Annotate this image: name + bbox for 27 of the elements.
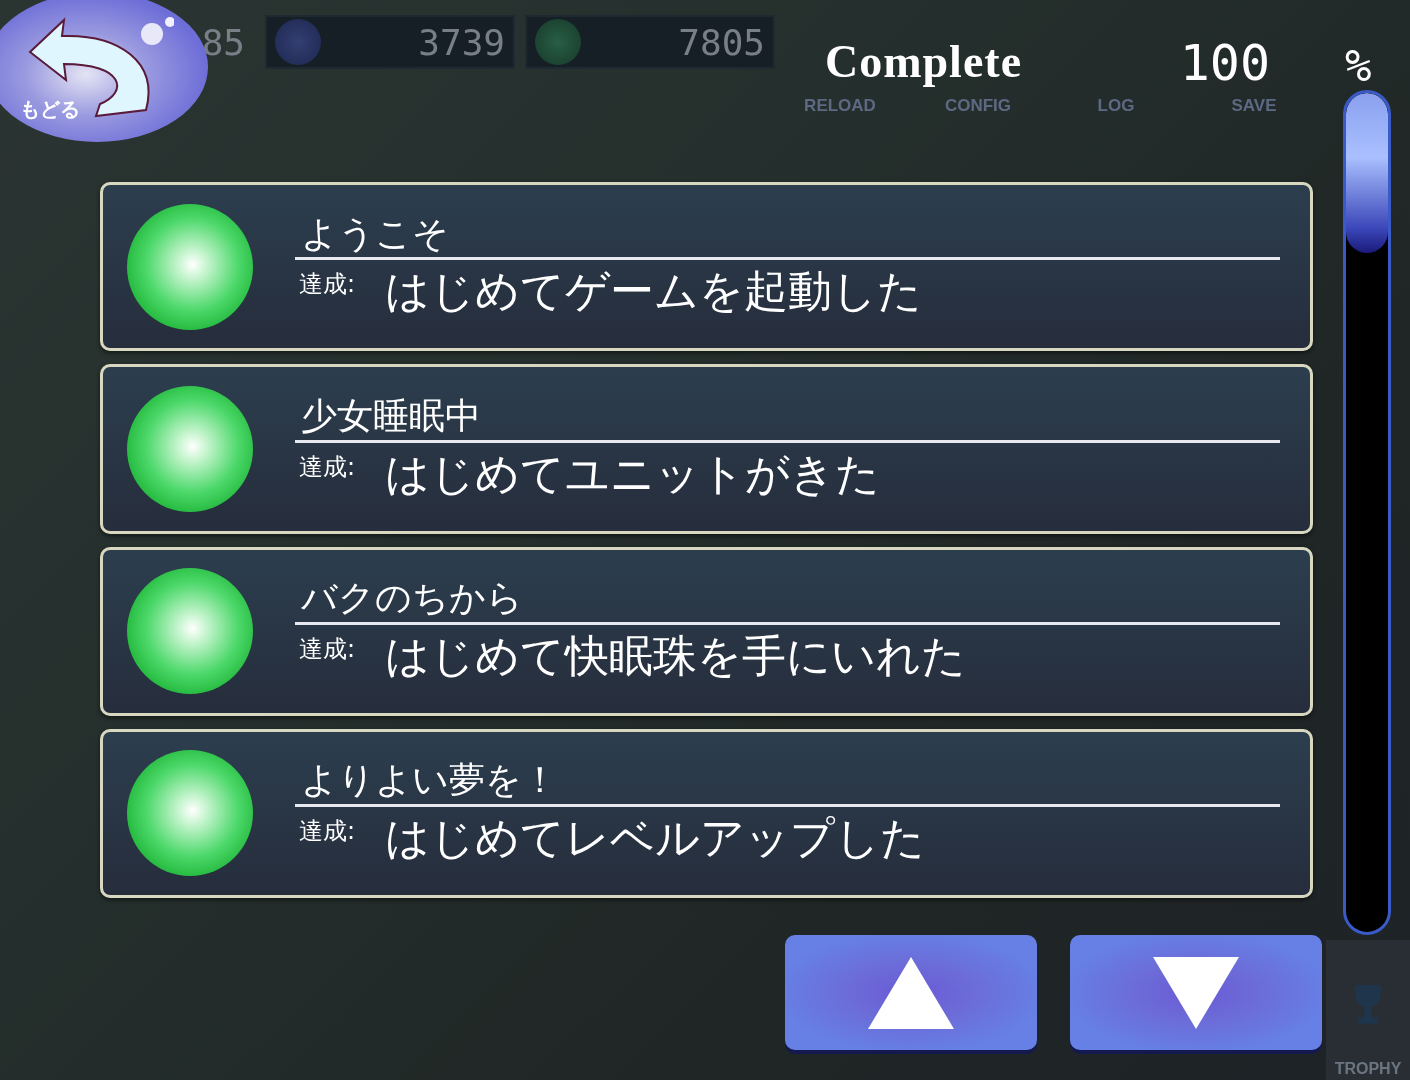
menu-button[interactable]: CONFIG [923, 96, 1033, 116]
orb-icon [535, 19, 581, 65]
scrollbar[interactable] [1343, 90, 1391, 935]
achieved-label: 達成: [298, 816, 357, 848]
completion-label: Complete [825, 34, 1024, 89]
percent-sign: % [1344, 44, 1373, 90]
achievement-title: ようこそ [300, 213, 450, 254]
resource-counter: 7805 [525, 15, 775, 69]
achievement-title: バクのちから [300, 578, 524, 618]
achievement-description: はじめてレベルアップした [385, 811, 925, 866]
orb-icon [275, 19, 321, 65]
trophy-button[interactable]: TROPHY [1326, 940, 1410, 1080]
achieved-label: 達成: [298, 269, 357, 301]
menu-button[interactable]: LOG [1061, 96, 1171, 116]
achievement-title: 少女睡眠中 [300, 396, 482, 436]
menu-button[interactable]: RELOAD [785, 96, 895, 116]
resource-counter: 3739 [265, 15, 515, 69]
achieved-label: 達成: [298, 451, 357, 483]
scrollbar-thumb[interactable] [1346, 93, 1388, 253]
completion-value: 100 [1179, 38, 1270, 90]
achievement-description: はじめて快眠珠を手にいれた [385, 628, 966, 683]
achieved-label: 達成: [298, 633, 357, 665]
down-triangle-icon [1151, 954, 1241, 1031]
achievement-title: よりよい夢を！ [300, 760, 559, 801]
achievement-description: はじめてユニットがきた [385, 446, 880, 501]
achievement-description: はじめてゲームを起動した [385, 264, 922, 319]
menu-button[interactable]: SAVE [1199, 96, 1309, 116]
